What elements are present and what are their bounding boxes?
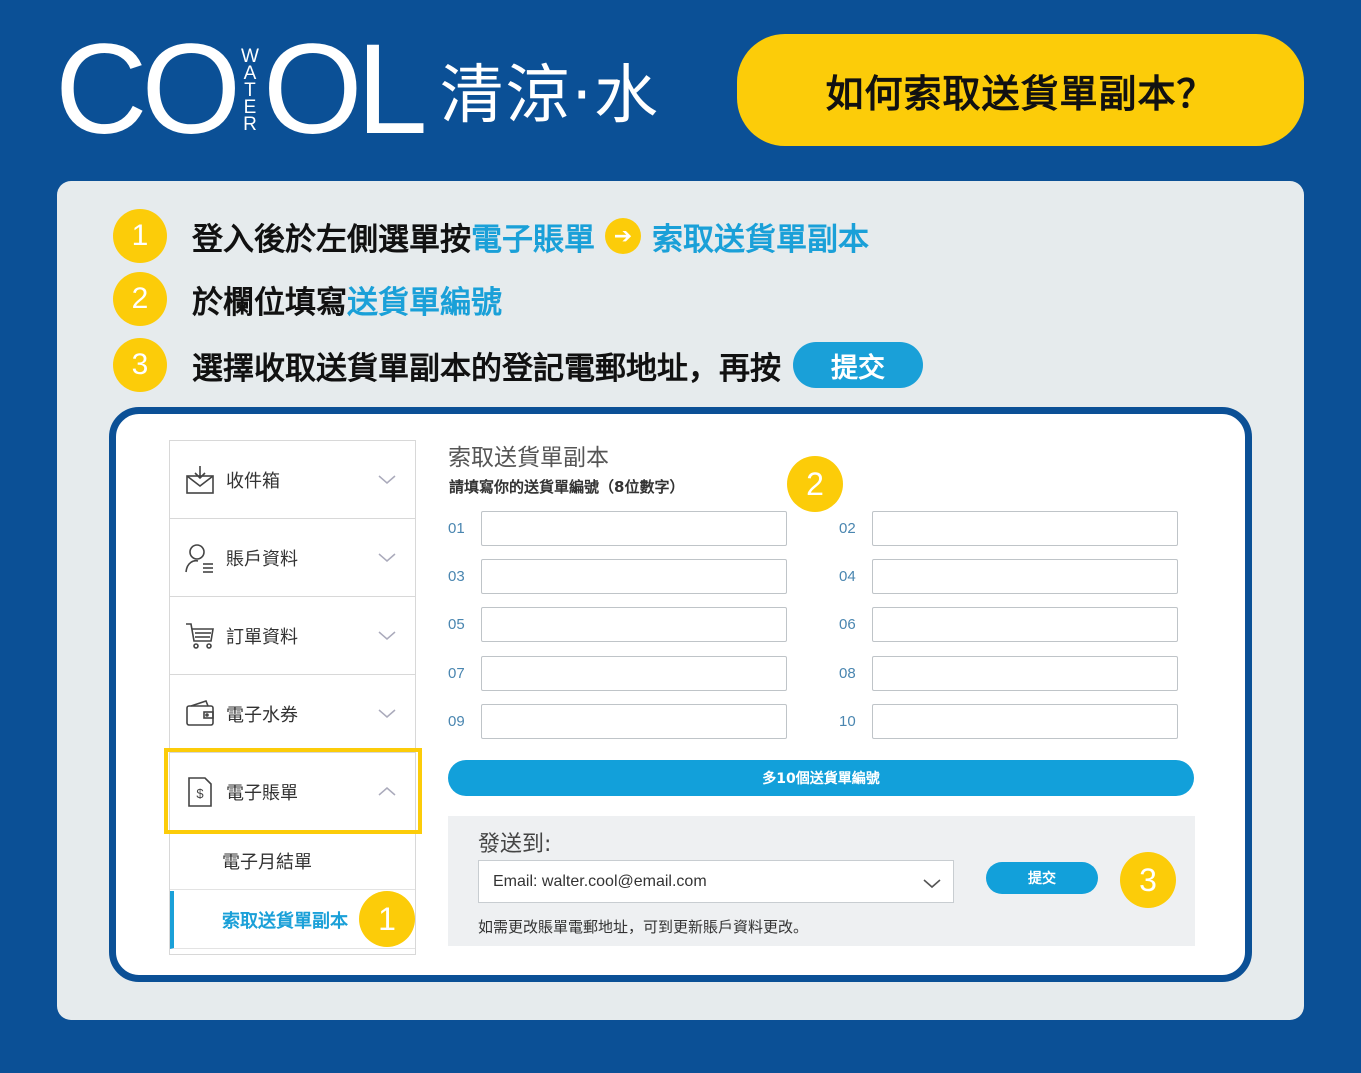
wallet-icon [184,698,216,730]
field-label: 10 [839,713,856,730]
step-3: 3 選擇收取送貨單副本的登記電郵地址，再按 提交 [113,338,923,392]
field-label: 01 [448,520,465,537]
sidebar-item-account[interactable]: 賬戶資料 [170,519,415,597]
step-text: 登入後於左側選單按 [192,221,471,258]
chevron-down-icon [923,879,941,889]
chevron-down-icon [378,631,396,640]
delivery-number-input[interactable] [481,559,787,594]
sidebar-item-orders[interactable]: 訂單資料 [170,597,415,675]
page-title: 如何索取送貨單副本？ [737,34,1304,146]
field-label: 08 [839,665,856,682]
chevron-down-icon [378,475,396,484]
step-text: 選擇收取送貨單副本的登記電郵地址，再按 [192,350,781,387]
delivery-number-input[interactable] [872,656,1178,691]
delivery-number-input[interactable] [872,607,1178,642]
screenshot-frame: 收件箱 賬戶資料 訂單資料 電子水券 $ 電子賬單 電子月結單 索取送貨單副本 … [109,407,1252,982]
sidebar-item-label: 賬戶資料 [226,548,298,570]
form-title: 索取送貨單副本 [448,445,609,471]
step-highlight: 索取送貨單副本 [652,221,869,258]
form-subtitle: 請填寫你的送貨單編號（8位數字） [449,478,685,496]
step-highlight: 電子賬單 [471,221,595,258]
step-number: 2 [113,272,167,326]
field-label: 06 [839,616,856,633]
email-prefix: Email: [493,872,538,890]
sidebar-item-inbox[interactable]: 收件箱 [170,441,415,519]
arrow-right-icon: ➔ [605,218,641,254]
delivery-number-input[interactable] [481,704,787,739]
chevron-down-icon [378,553,396,562]
delivery-number-input[interactable] [481,656,787,691]
inbox-icon [184,464,216,496]
chevron-down-icon [378,709,396,718]
delivery-number-input[interactable] [481,607,787,642]
field-label: 04 [839,568,856,585]
email-select[interactable]: Email: walter.cool@email.com [478,860,954,903]
step-number: 3 [113,338,167,392]
field-label: 09 [448,713,465,730]
sidebar-subitem-monthly-statement[interactable]: 電子月結單 [170,832,415,890]
sidebar-item-label: 電子水券 [226,704,298,726]
sidebar-item-label: 收件箱 [226,470,280,492]
field-label: 03 [448,568,465,585]
step-badge-3: 3 [1120,852,1176,908]
submit-chip-illustration: 提交 [793,342,923,388]
field-label: 05 [448,616,465,633]
add-more-numbers-button[interactable]: 多10個送貨單編號 [448,760,1194,796]
cart-icon [184,620,216,652]
cool-water-logo: CO W A T E R OL 清涼·水 [55,26,661,154]
step-number: 1 [113,209,167,263]
logo-water-text: W A T E R [241,45,259,135]
highlight-frame [164,748,422,834]
step-2: 2 於欄位填寫 送貨單編號 [113,272,502,326]
submit-button[interactable]: 提交 [986,862,1098,894]
delivery-number-input[interactable] [481,511,787,546]
step-badge-1: 1 [359,891,415,947]
step-1: 1 登入後於左側選單按 電子賬單 ➔ 索取送貨單副本 [113,209,869,263]
delivery-number-input[interactable] [872,559,1178,594]
delivery-number-input[interactable] [872,704,1178,739]
sidebar-item-label: 訂單資料 [226,626,298,648]
field-label: 02 [839,520,856,537]
logo-chinese-text: 清涼·水 [439,59,661,133]
user-icon [184,542,216,574]
send-to-section: 發送到: Email: walter.cool@email.com 提交 如需更… [448,816,1195,946]
sidebar: 收件箱 賬戶資料 訂單資料 電子水券 $ 電子賬單 電子月結單 索取送貨單副本 [169,440,416,955]
delivery-number-input[interactable] [872,511,1178,546]
step-text: 於欄位填寫 [192,284,347,321]
email-change-note: 如需更改賬單電郵地址，可到更新賬戶資料更改。 [478,918,809,936]
send-to-label: 發送到: [478,832,552,857]
field-label: 07 [448,665,465,682]
sidebar-item-water-coupons[interactable]: 電子水券 [170,675,415,753]
logo-co-text: CO [55,18,241,161]
step-highlight: 送貨單編號 [347,284,502,321]
logo-ol-text: OL [262,18,428,161]
email-value: walter.cool@email.com [541,872,707,890]
step-badge-2: 2 [787,456,843,512]
